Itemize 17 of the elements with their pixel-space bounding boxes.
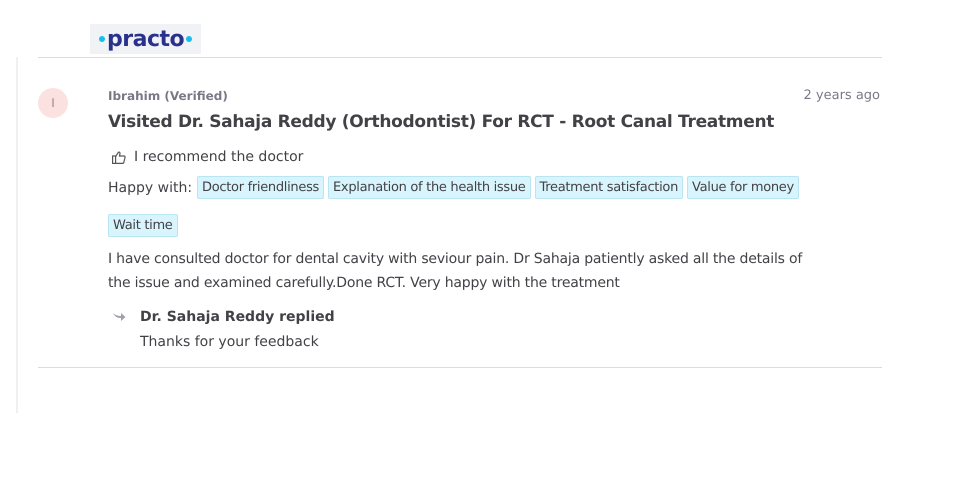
feedback-tag: Explanation of the health issue [328,176,531,199]
reply-text: Thanks for your feedback [140,334,320,350]
reply-author: Dr. Sahaja Reddy replied [140,309,335,325]
review-text: I have consulted doctor for dental cavity with seviour pain. Dr Sahaja patiently asked all the details of the issue and examined carefully.Done RCT. Very happy with the treatment [108,250,804,293]
happy-with-label: Happy with: [108,180,192,196]
avatar: I [38,88,68,118]
feedback-tag: Wait time [108,214,178,237]
feedback-tag: Doctor friendliness [197,176,324,199]
review-time: 2 years ago [804,88,880,103]
reviewer-name: Ibrahim (Verified) [108,88,228,102]
recommendation-text: I recommend the doctor [134,149,304,165]
reply-arrow-icon [112,312,126,322]
review-title: Visited Dr. Sahaja Reddy (Orthodontist) For RCT - Root Canal Treatment [108,112,776,132]
practo-logo: practo [90,24,202,54]
feedback-tag: Treatment satisfaction [534,176,684,199]
feedback-tag: Value for money [687,176,799,199]
thumbs-up-icon [112,150,126,164]
